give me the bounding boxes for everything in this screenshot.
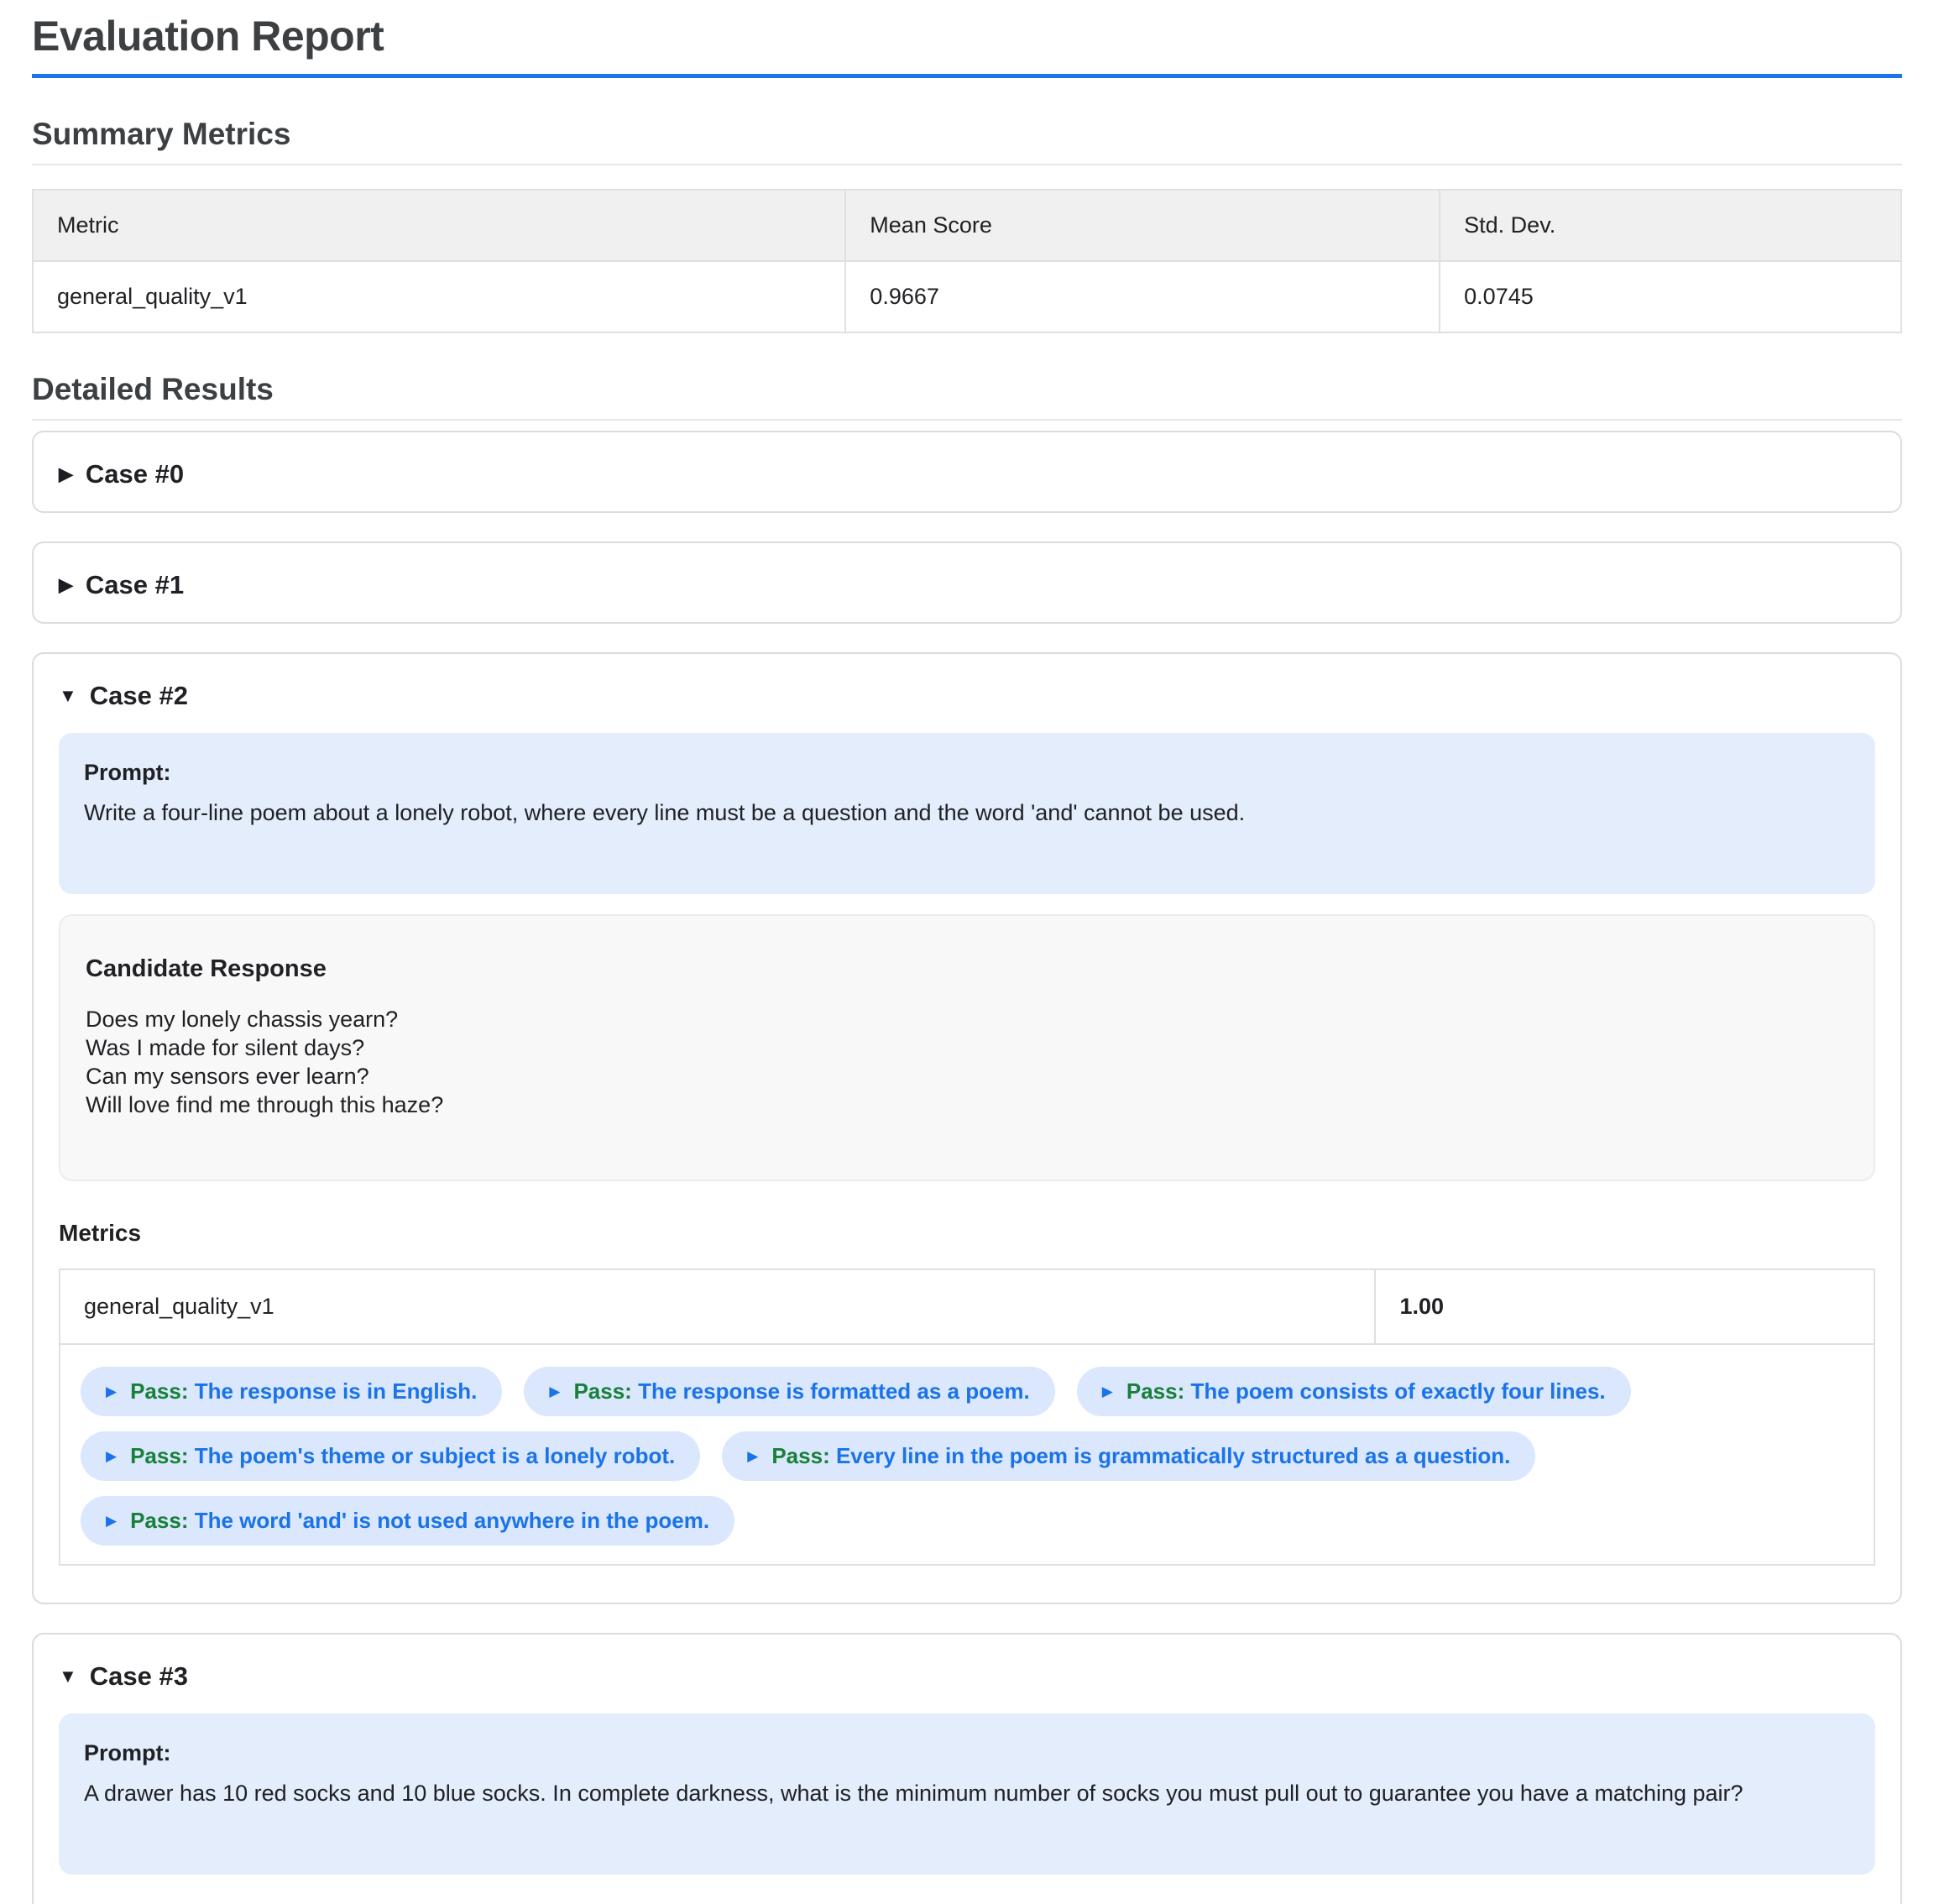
evaluation-report-page: Evaluation Report Summary Metrics Metric… bbox=[0, 0, 1934, 1904]
case-card-2: ▼ Case #2 Prompt: Write a four-line poem… bbox=[32, 652, 1902, 1604]
case-label-1: Case #1 bbox=[86, 570, 184, 600]
badge-triangle-icon: ▶ bbox=[549, 1384, 560, 1399]
case-body-3: Prompt: A drawer has 10 red socks and 10… bbox=[54, 1713, 1880, 1904]
prompt-text: A drawer has 10 red socks and 10 blue so… bbox=[84, 1779, 1850, 1807]
check-description: The poem's theme or subject is a lonely … bbox=[195, 1443, 676, 1468]
case-label-3: Case #3 bbox=[90, 1661, 188, 1692]
disclosure-collapsed-icon: ▶ bbox=[59, 576, 73, 594]
case-summary-3[interactable]: ▼ Case #3 bbox=[54, 1635, 1880, 1713]
summary-cell-metric-name: general_quality_v1 bbox=[33, 261, 845, 332]
summary-metrics-heading: Summary Metrics bbox=[32, 117, 1902, 165]
case-metrics-table: general_quality_v1 1.00 ▶ Pass: The resp… bbox=[59, 1268, 1875, 1566]
pass-badge[interactable]: ▶ Pass: The poem's theme or subject is a… bbox=[81, 1431, 700, 1481]
case-card-1: ▶ Case #1 bbox=[32, 541, 1902, 624]
check-description: The word 'and' is not used anywhere in t… bbox=[195, 1508, 709, 1533]
summary-cell-std-dev: 0.0745 bbox=[1440, 261, 1901, 332]
case-card-0: ▶ Case #0 bbox=[32, 431, 1902, 513]
candidate-response-box: Candidate Response Does my lonely chassi… bbox=[59, 914, 1875, 1181]
badge-triangle-icon: ▶ bbox=[106, 1449, 117, 1463]
case-metric-score: 1.00 bbox=[1375, 1269, 1874, 1344]
detailed-results-heading: Detailed Results bbox=[32, 372, 1902, 421]
summary-header-metric: Metric bbox=[33, 190, 845, 261]
prompt-box: Prompt: Write a four-line poem about a l… bbox=[59, 733, 1875, 894]
pass-colon: : bbox=[181, 1508, 189, 1533]
badge-row: ▶ Pass: The word 'and' is not used anywh… bbox=[81, 1496, 1853, 1546]
check-description: The response is formatted as a poem. bbox=[638, 1378, 1030, 1404]
pass-label: Pass bbox=[1126, 1378, 1178, 1404]
pass-label: Pass bbox=[771, 1443, 823, 1468]
pass-colon: : bbox=[181, 1443, 189, 1468]
checks-container: ▶ Pass: The response is in English. ▶ Pa… bbox=[60, 1344, 1874, 1565]
case-label-2: Case #2 bbox=[90, 681, 188, 711]
case-body-2: Prompt: Write a four-line poem about a l… bbox=[54, 733, 1880, 1603]
summary-cell-mean-score: 0.9667 bbox=[845, 261, 1440, 332]
pass-label: Pass bbox=[130, 1443, 181, 1468]
badge-triangle-icon: ▶ bbox=[1102, 1384, 1113, 1399]
disclosure-collapsed-icon: ▶ bbox=[59, 465, 73, 484]
case-metrics-heading: Metrics bbox=[59, 1220, 1875, 1247]
case-card-3: ▼ Case #3 Prompt: A drawer has 10 red so… bbox=[32, 1633, 1902, 1904]
response-line: Does my lonely chassis yearn? bbox=[86, 1005, 1848, 1033]
badge-triangle-icon: ▶ bbox=[747, 1449, 758, 1463]
pass-colon: : bbox=[181, 1378, 189, 1404]
response-line: Was I made for silent days? bbox=[86, 1033, 1848, 1062]
pass-colon: : bbox=[625, 1378, 632, 1404]
prompt-text: Write a four-line poem about a lonely ro… bbox=[84, 798, 1850, 827]
summary-table-row: general_quality_v1 0.9667 0.0745 bbox=[33, 261, 1901, 332]
check-description: The poem consists of exactly four lines. bbox=[1191, 1378, 1606, 1404]
summary-metrics-table: Metric Mean Score Std. Dev. general_qual… bbox=[32, 189, 1902, 333]
disclosure-expanded-icon: ▼ bbox=[59, 1667, 77, 1686]
disclosure-expanded-icon: ▼ bbox=[59, 687, 77, 705]
pass-label: Pass bbox=[130, 1508, 181, 1533]
case-label-0: Case #0 bbox=[86, 459, 184, 489]
case-metric-name: general_quality_v1 bbox=[60, 1269, 1375, 1344]
summary-header-std-dev: Std. Dev. bbox=[1440, 190, 1901, 261]
pass-badge[interactable]: ▶ Pass: The word 'and' is not used anywh… bbox=[81, 1496, 734, 1546]
case-list: ▶ Case #0 ▶ Case #1 ▼ Case #2 Prompt: Wr… bbox=[32, 431, 1902, 1904]
check-description: The response is in English. bbox=[195, 1378, 478, 1404]
badge-triangle-icon: ▶ bbox=[106, 1514, 117, 1528]
pass-badge[interactable]: ▶ Pass: The poem consists of exactly fou… bbox=[1077, 1367, 1631, 1416]
pass-colon: : bbox=[823, 1443, 830, 1468]
candidate-response-heading: Candidate Response bbox=[86, 955, 1848, 983]
pass-label: Pass bbox=[130, 1378, 181, 1404]
page-title: Evaluation Report bbox=[32, 12, 1902, 78]
summary-table-header-row: Metric Mean Score Std. Dev. bbox=[33, 190, 1901, 261]
response-line: Can my sensors ever learn? bbox=[86, 1062, 1848, 1091]
check-description: Every line in the poem is grammatically … bbox=[836, 1443, 1510, 1468]
pass-badge[interactable]: ▶ Pass: Every line in the poem is gramma… bbox=[722, 1431, 1535, 1481]
badge-triangle-icon: ▶ bbox=[106, 1384, 117, 1399]
prompt-label: Prompt: bbox=[84, 758, 1850, 787]
case-summary-0[interactable]: ▶ Case #0 bbox=[54, 432, 1880, 511]
case-summary-2[interactable]: ▼ Case #2 bbox=[54, 654, 1880, 733]
prompt-label: Prompt: bbox=[84, 1739, 1850, 1767]
pass-label: Pass bbox=[573, 1378, 625, 1404]
case-summary-1[interactable]: ▶ Case #1 bbox=[54, 543, 1880, 622]
response-line: Will love find me through this haze? bbox=[86, 1091, 1848, 1119]
pass-badge[interactable]: ▶ Pass: The response is formatted as a p… bbox=[524, 1367, 1054, 1416]
pass-badge[interactable]: ▶ Pass: The response is in English. bbox=[81, 1367, 502, 1416]
summary-header-mean-score: Mean Score bbox=[845, 190, 1440, 261]
pass-colon: : bbox=[1178, 1378, 1185, 1404]
badge-row: ▶ Pass: The poem's theme or subject is a… bbox=[81, 1431, 1853, 1481]
case-metric-row: general_quality_v1 1.00 bbox=[60, 1269, 1874, 1344]
case-checks-row: ▶ Pass: The response is in English. ▶ Pa… bbox=[60, 1344, 1874, 1565]
badge-row: ▶ Pass: The response is in English. ▶ Pa… bbox=[81, 1367, 1853, 1416]
prompt-box: Prompt: A drawer has 10 red socks and 10… bbox=[59, 1713, 1875, 1875]
